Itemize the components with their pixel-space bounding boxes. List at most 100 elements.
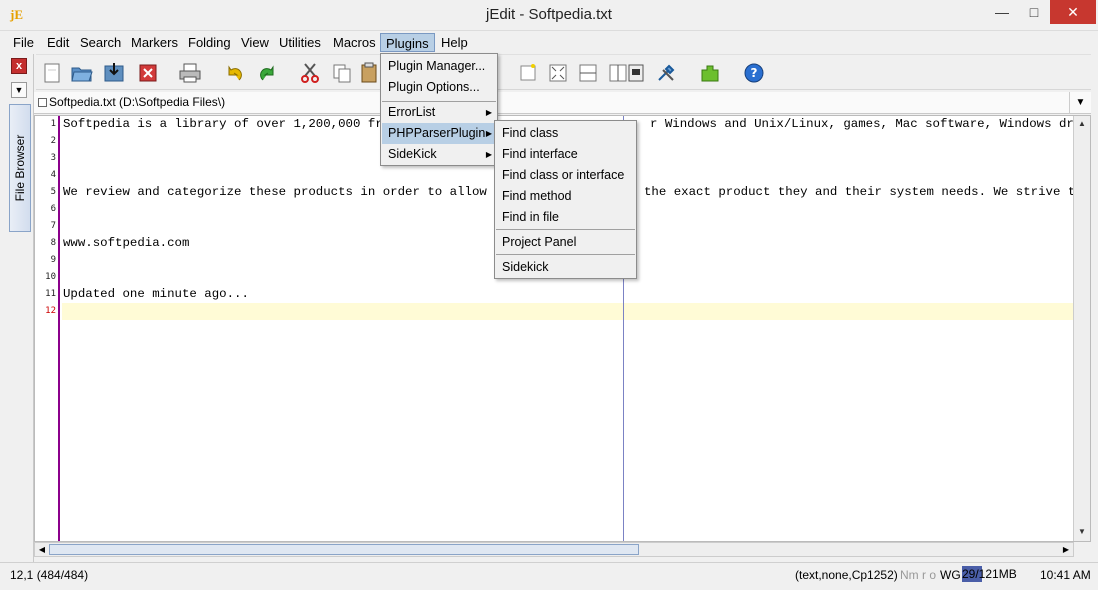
menu-item-find-interface[interactable]: Find interface bbox=[496, 144, 635, 165]
split-both-icon[interactable] bbox=[546, 61, 570, 85]
horizontal-scroll-thumb[interactable] bbox=[49, 544, 639, 555]
menu-markers[interactable]: Markers bbox=[126, 33, 183, 52]
menu-macros[interactable]: Macros bbox=[328, 33, 381, 52]
menu-item-phpparserplugin-label: PHPParserPlugin bbox=[388, 126, 486, 140]
menu-item-sidekick[interactable]: SideKick ▶ bbox=[382, 144, 496, 165]
svg-text:?: ? bbox=[751, 66, 758, 80]
buffer-dropdown-arrow-icon[interactable]: ▼ bbox=[1069, 92, 1091, 114]
text-line: We review and categorize these products … bbox=[63, 185, 517, 199]
left-dock: x ▼ File Browser bbox=[0, 54, 34, 564]
buffer-options-icon[interactable] bbox=[624, 61, 648, 85]
copy-icon[interactable] bbox=[330, 61, 354, 85]
line-number: 5 bbox=[50, 187, 56, 197]
line-number: 7 bbox=[50, 221, 56, 231]
memory-status[interactable]: 29/121MB bbox=[962, 566, 1026, 582]
menu-item-errorlist-label: ErrorList bbox=[388, 105, 436, 119]
submenu-arrow-icon: ▶ bbox=[485, 129, 492, 138]
scroll-up-icon[interactable]: ▲ bbox=[1074, 116, 1090, 132]
menu-separator bbox=[496, 254, 635, 255]
menu-item-project-panel[interactable]: Project Panel bbox=[496, 232, 635, 253]
menu-item-find-in-file[interactable]: Find in file bbox=[496, 207, 635, 228]
maximize-button[interactable]: □ bbox=[1018, 0, 1050, 24]
line-number: 4 bbox=[50, 170, 56, 180]
close-button[interactable]: ✕ bbox=[1050, 0, 1096, 24]
print-icon[interactable] bbox=[178, 61, 202, 85]
menu-item-find-method[interactable]: Find method bbox=[496, 186, 635, 207]
line-number: 8 bbox=[50, 238, 56, 248]
scroll-down-icon[interactable]: ▼ bbox=[1074, 524, 1090, 540]
memory-text: 29/121MB bbox=[962, 567, 1017, 581]
window-title: jEdit - Softpedia.txt bbox=[486, 6, 612, 23]
menu-separator bbox=[496, 229, 635, 230]
line-number-current: 12 bbox=[45, 306, 56, 316]
clock: 10:41 AM bbox=[1040, 568, 1091, 582]
line-number: 2 bbox=[50, 136, 56, 146]
menu-file[interactable]: File bbox=[8, 33, 39, 52]
dock-menu-arrow-icon[interactable]: ▼ bbox=[11, 82, 27, 98]
menu-item-plugin-manager[interactable]: Plugin Manager... bbox=[382, 56, 496, 77]
menu-folding[interactable]: Folding bbox=[183, 33, 236, 52]
plugins-menu: Plugin Manager... Plugin Options... Erro… bbox=[380, 53, 498, 166]
text-line-fragment: the exact product they and their system … bbox=[644, 185, 1074, 199]
line-number: 10 bbox=[45, 272, 56, 282]
menu-search[interactable]: Search bbox=[75, 33, 126, 52]
scroll-right-icon[interactable]: ▶ bbox=[1059, 543, 1073, 556]
undo-icon[interactable] bbox=[222, 61, 246, 85]
buffer-status-icon bbox=[38, 98, 47, 107]
plugin-manager-icon[interactable] bbox=[698, 61, 722, 85]
new-file-icon[interactable] bbox=[40, 61, 64, 85]
scroll-left-icon[interactable]: ◀ bbox=[35, 543, 49, 556]
line-number: 11 bbox=[45, 289, 56, 299]
menu-item-plugin-options[interactable]: Plugin Options... bbox=[382, 77, 496, 98]
text-line: Updated one minute ago... bbox=[63, 287, 249, 301]
text-line: www.softpedia.com bbox=[63, 236, 190, 250]
status-bar: 12,1 (484/484) (text,none,Cp1252) Nm r o… bbox=[0, 562, 1098, 590]
global-options-icon[interactable] bbox=[654, 61, 678, 85]
vertical-scrollbar[interactable]: ▲ ▼ bbox=[1073, 116, 1090, 541]
menu-plugins[interactable]: Plugins bbox=[380, 33, 435, 52]
buffer-switcher[interactable]: Softpedia.txt (D:\Softpedia Files\) ▼ bbox=[34, 92, 1091, 114]
line-number: 6 bbox=[50, 204, 56, 214]
editing-flags[interactable]: Nm r o bbox=[900, 568, 936, 582]
submenu-arrow-icon: ▶ bbox=[485, 108, 492, 117]
phpparser-submenu: Find class Find interface Find class or … bbox=[494, 120, 637, 279]
menu-bar: File Edit Search Markers Folding View Ut… bbox=[0, 31, 1098, 53]
split-horizontal-icon[interactable] bbox=[576, 61, 600, 85]
file-browser-tab-label: File Browser bbox=[13, 134, 27, 202]
buffer-label: Softpedia.txt (D:\Softpedia Files\) bbox=[49, 95, 226, 109]
menu-help[interactable]: Help bbox=[436, 33, 473, 52]
dock-close-icon[interactable]: x bbox=[11, 58, 27, 74]
line-number: 3 bbox=[50, 153, 56, 163]
wrap-indicator[interactable]: WG bbox=[940, 568, 961, 582]
text-line: Softpedia is a library of over 1,200,000… bbox=[63, 117, 398, 131]
text-line-fragment: r Windows and Unix/Linux, games, Mac sof… bbox=[650, 117, 1074, 131]
paste-icon[interactable] bbox=[358, 61, 382, 85]
minimize-button[interactable]: — bbox=[986, 0, 1018, 24]
menu-item-find-class-or-interface[interactable]: Find class or interface bbox=[496, 165, 635, 186]
buffer-mode-encoding[interactable]: (text,none,Cp1252) bbox=[795, 568, 898, 582]
line-number: 9 bbox=[50, 255, 56, 265]
save-file-icon[interactable] bbox=[102, 61, 126, 85]
help-icon[interactable]: ? bbox=[742, 61, 766, 85]
close-file-icon[interactable] bbox=[136, 61, 160, 85]
search-toolbar-icon[interactable] bbox=[516, 61, 540, 85]
line-number-gutter[interactable]: 1 2 3 4 5 6 7 8 9 10 11 12 bbox=[35, 116, 60, 541]
caret-position[interactable]: 12,1 (484/484) bbox=[10, 568, 88, 582]
menu-utilities[interactable]: Utilities bbox=[274, 33, 326, 52]
menu-item-sidekick-panel[interactable]: Sidekick bbox=[496, 257, 635, 278]
redo-icon[interactable] bbox=[256, 61, 280, 85]
menu-item-sidekick-label: SideKick bbox=[388, 147, 437, 161]
open-file-icon[interactable] bbox=[70, 61, 94, 85]
file-browser-tab[interactable]: File Browser bbox=[9, 104, 31, 232]
cut-icon[interactable] bbox=[298, 61, 322, 85]
menu-edit[interactable]: Edit bbox=[42, 33, 74, 52]
horizontal-scrollbar[interactable]: ◀ ▶ bbox=[34, 542, 1074, 557]
submenu-arrow-icon: ▶ bbox=[485, 150, 492, 159]
toolbar: ? bbox=[36, 54, 1091, 90]
current-line-highlight bbox=[62, 303, 1074, 320]
menu-item-find-class[interactable]: Find class bbox=[496, 123, 635, 144]
menu-item-errorlist[interactable]: ErrorList ▶ bbox=[382, 102, 496, 123]
menu-item-phpparserplugin[interactable]: PHPParserPlugin ▶ bbox=[382, 123, 496, 144]
line-number: 1 bbox=[50, 119, 56, 129]
menu-view[interactable]: View bbox=[236, 33, 274, 52]
